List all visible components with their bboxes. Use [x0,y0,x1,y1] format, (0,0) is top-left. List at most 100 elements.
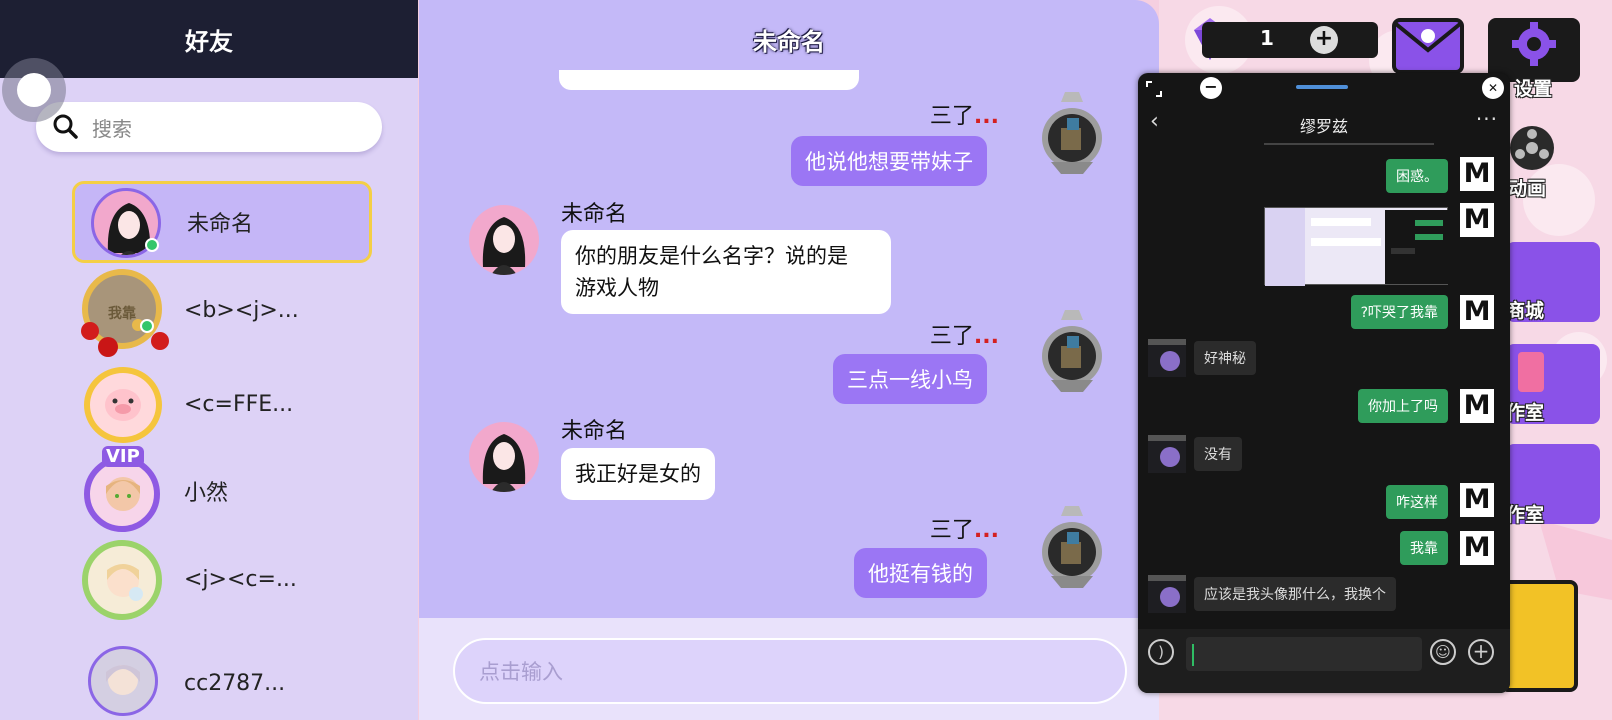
friends-panel: 好友 搜索 未命名 我靠 <b><j>... <c=FFE... VIP 小然 … [0,0,418,720]
online-indicator [140,319,154,333]
friend-name: <c=FFE... [184,391,294,417]
friend-item[interactable]: <j><c=... [72,538,372,620]
animation-button[interactable]: 动画 [1506,120,1576,200]
friend-name: <j><c=... [184,566,297,592]
gem-count: 1 [1260,26,1274,50]
pig-avatar-icon [105,389,141,421]
avatar-frame-icon [1042,310,1102,392]
girl-avatar-icon [107,564,143,601]
sender-name: 未命名 [561,202,628,227]
friend-item[interactable]: 我靠 <b><j>... [72,269,372,357]
friend-name: 未命名 [187,212,254,237]
studio-label: 作室 [1506,402,1545,424]
sender-name: 未命名 [561,419,628,444]
message-bubble-received: 好神秘 [1194,341,1256,375]
studio-button[interactable]: 作室 [1506,344,1600,424]
divider [1264,143,1434,145]
user-avatar: M [1460,531,1494,565]
add-gem-button[interactable]: + [1310,26,1338,54]
online-indicator [145,238,159,252]
expand-icon[interactable] [1146,81,1162,97]
user-avatar: M [1460,203,1494,237]
contact-avatar [1148,339,1186,377]
shop-button[interactable]: 商城 [1506,242,1600,322]
mail-button[interactable] [1392,18,1464,74]
user-avatar: M [1460,483,1494,517]
settings-label: 设置 [1514,78,1553,100]
friend-item-selected[interactable]: 未命名 [72,181,372,263]
search-placeholder: 搜索 [92,116,132,141]
studio-icon [1518,352,1544,392]
chat-title: 未命名 [753,28,825,56]
message-bubble-sent: 我靠 [1400,531,1448,565]
image-message[interactable] [1264,207,1449,286]
message-bubble-sent: 你加上了吗 [1358,389,1448,423]
floating-chat-window: − ✕ ‹ 缪罗兹 ··· 困惑。 M M ?吓哭了我靠 M 好神秘 你加上了吗… [1138,73,1510,693]
close-button[interactable]: ✕ [1482,77,1504,99]
more-options-button[interactable]: ··· [1476,107,1498,131]
search-icon [53,114,78,139]
user-avatar: M [1460,157,1494,191]
contact-avatar [1148,575,1186,613]
reward-chest-button[interactable] [1500,580,1578,692]
message-bubble-sent: 他说他想要带妹子 [791,136,987,186]
studio-label-2: 作室 [1506,504,1545,526]
sender-name: 三了... [929,324,999,349]
text-cursor [1192,644,1194,666]
girl-avatar-icon [106,665,140,695]
message-bubble-received: 我正好是女的 [561,448,715,500]
chat-input-bar: ) ☺ + [1138,629,1510,693]
friends-header: 好友 [0,0,418,78]
chat-input-placeholder: 点击输入 [479,660,563,684]
message-input[interactable] [1186,637,1422,671]
friend-name: 小然 [184,481,229,506]
friend-avatar [469,422,539,492]
add-icon[interactable]: + [1468,639,1494,665]
friend-item[interactable]: cc2787... [72,642,372,720]
chat-panel: 未命名 三了... 他说他想要带妹子 未命名 你的朋友是什么名字？说的是 游戏人… [419,0,1159,720]
drag-handle[interactable] [1296,85,1348,89]
friend-name: cc2787... [184,670,286,696]
message-bubble-sent: ?吓哭了我靠 [1350,295,1448,329]
roses-icon [81,319,169,357]
sender-name: 三了... [929,518,999,543]
friend-item[interactable]: VIP 小然 [72,446,372,532]
search-input[interactable]: 搜索 [36,102,382,152]
avatar-frame-icon [1042,92,1102,174]
avatar-frame-icon [1042,506,1102,588]
floating-assist-button[interactable] [2,58,66,122]
girl-avatar-icon [106,477,140,511]
mail-icon [1394,22,1462,70]
shop-label: 商城 [1506,300,1545,322]
previous-message-bubble [559,70,859,90]
message-bubble-received: 你的朋友是什么名字？说的是 游戏人物 [561,230,891,314]
conversation-title: 缪罗兹 [1299,117,1348,136]
film-reel-icon [1510,126,1554,170]
minimize-button[interactable]: − [1200,77,1222,99]
message-bubble-received: 应该是我头像那什么，我换个 [1194,577,1396,611]
chat-input-bar: 点击输入 [419,618,1159,720]
chat-input[interactable]: 点击输入 [453,638,1127,704]
message-bubble-received: 没有 [1194,437,1242,471]
sender-name: 三了... [929,104,999,129]
vip-badge: VIP [102,446,144,467]
studio-button-2[interactable]: 作室 [1506,444,1600,526]
animation-label: 动画 [1508,178,1547,200]
message-bubble-sent: 三点一线小鸟 [833,354,987,404]
gem-counter [1202,22,1378,58]
gear-icon [1512,22,1556,66]
contact-avatar [1148,435,1186,473]
friend-item[interactable]: <c=FFE... [72,363,372,445]
screenshot-thumbnail-icon [1265,208,1449,286]
message-bubble-sent: 他挺有钱的 [854,548,987,598]
message-bubble-sent: 咋这样 [1386,485,1448,519]
user-avatar: M [1460,389,1494,423]
voice-icon[interactable]: ) [1148,639,1174,665]
window-drag-bar[interactable]: − ✕ [1138,73,1510,103]
message-bubble-sent: 困惑。 [1386,159,1448,193]
emoji-icon[interactable]: ☺ [1430,639,1456,665]
user-avatar: M [1460,295,1494,329]
friends-title: 好友 [185,27,233,56]
friend-avatar [469,205,539,275]
friend-name: <b><j>... [184,297,299,323]
